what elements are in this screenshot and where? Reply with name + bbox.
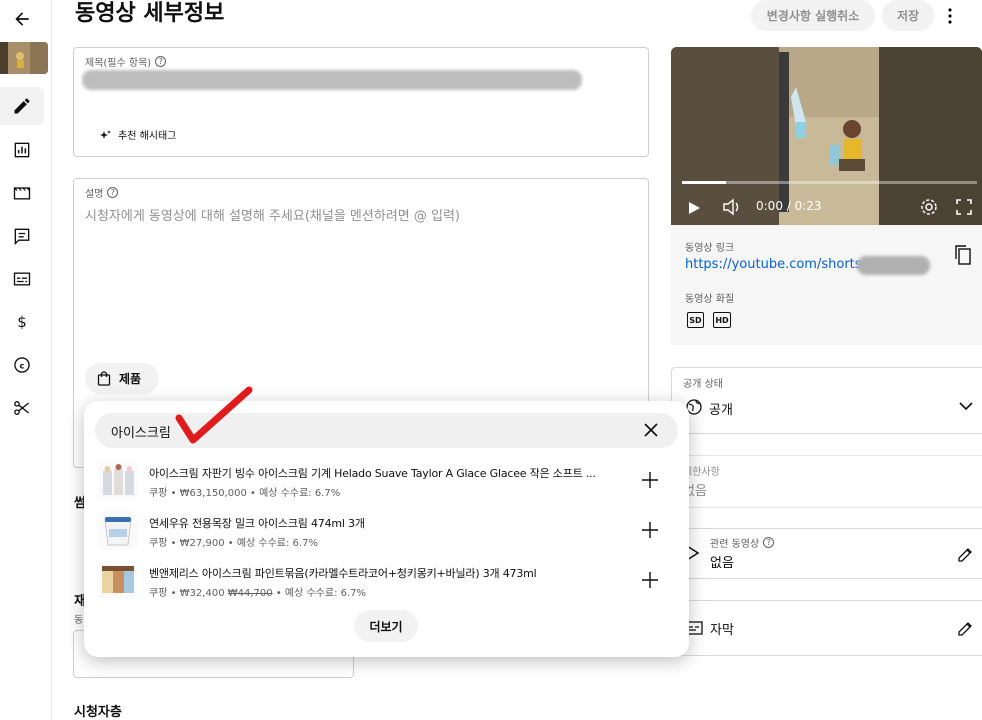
video-info-panel: 동영상 링크 https://youtube.com/shorts/ 동영상 화…: [671, 225, 982, 345]
sparkle-icon: [100, 129, 111, 139]
description-placeholder: 시청자에게 동영상에 대해 설명해 주세요(채널을 멘션하려면 @ 입력): [85, 209, 460, 224]
scissors-icon[interactable]: [0, 389, 44, 427]
analytics-icon[interactable]: [0, 131, 44, 169]
video-progress-fill: [682, 181, 727, 184]
more-button[interactable]: 더보기: [354, 610, 418, 642]
back-arrow-icon[interactable]: [0, 0, 44, 38]
related-video-label: 관련 동영상?: [710, 535, 775, 550]
help-icon[interactable]: ?: [155, 56, 167, 67]
redacted-title-text: [82, 70, 582, 90]
fullscreen-icon[interactable]: [956, 199, 972, 219]
page-title: 동영상 세부정보: [75, 1, 225, 26]
comments-icon[interactable]: [0, 217, 44, 255]
check-mark-icon: [175, 384, 255, 446]
visibility-select[interactable]: 공개 상태 공개: [671, 367, 982, 434]
visibility-label: 공개 상태: [683, 379, 723, 390]
subtitles-field[interactable]: 자막: [671, 600, 982, 656]
help-icon[interactable]: ?: [763, 537, 775, 548]
left-rail: $ c: [0, 0, 52, 719]
save-button[interactable]: 저장: [882, 0, 934, 31]
volume-icon[interactable]: [722, 198, 742, 220]
product-meta: 쿠팡 • ₩63,150,000 • 예상 수수료: 6.7%: [149, 488, 341, 499]
subtitles-icon[interactable]: [0, 260, 44, 298]
video-progress-track[interactable]: [682, 181, 977, 184]
original-price: ₩44,700: [227, 588, 273, 599]
help-icon[interactable]: ?: [107, 187, 119, 198]
video-link-label: 동영상 링크: [685, 243, 735, 254]
pencil-icon[interactable]: [957, 619, 975, 641]
product-item[interactable]: 벤앤제리스 아이스크림 파인트묶음(카라멜수트라코어+청키몽키+바닐라) 3개 …: [84, 556, 689, 604]
pencil-icon[interactable]: [957, 545, 975, 567]
hd-quality-badge: HD: [713, 312, 731, 328]
editor-clapper-icon[interactable]: [0, 174, 44, 212]
subtitles-label: 자막: [710, 623, 734, 638]
description-field-label: 설명?: [85, 185, 119, 200]
pencil-icon[interactable]: [0, 87, 44, 125]
copyright-icon[interactable]: c: [0, 346, 44, 384]
product-thumbnail: [99, 461, 137, 499]
product-thumbnail: [99, 561, 137, 599]
close-icon[interactable]: [643, 422, 659, 442]
redacted-link-id: [857, 256, 930, 275]
svg-text:c: c: [20, 360, 25, 370]
shopping-bag-icon: [97, 371, 111, 386]
product-item[interactable]: 아이스크림 자판기 빙수 아이스크림 기계 Helado Suave Taylo…: [84, 456, 689, 504]
related-video-field[interactable]: 관련 동영상? 없음: [671, 528, 982, 579]
undo-changes-button[interactable]: 변경사항 실행취소: [751, 0, 875, 31]
settings-gear-icon[interactable]: [919, 197, 939, 221]
product-title: 아이스크림 자판기 빙수 아이스크림 기계 Helado Suave Taylo…: [149, 467, 596, 480]
video-time: 0:00 / 0:23: [756, 199, 822, 213]
title-field[interactable]: 제목(필수 항목)? 추천 해시태그: [73, 47, 649, 157]
products-chip-label: 제품: [119, 372, 142, 386]
svg-text:$: $: [17, 313, 27, 331]
restrictions-field: 제한사항 없음: [671, 455, 982, 508]
playlist-section-sub: 동: [74, 615, 84, 626]
products-chip[interactable]: 제품: [85, 363, 159, 394]
add-product-icon[interactable]: [639, 569, 661, 591]
video-link[interactable]: https://youtube.com/shorts/: [685, 257, 866, 272]
product-search-input[interactable]: 아이스크림: [111, 422, 171, 441]
product-title: 연세우유 전용목장 밀크 아이스크림 474ml 3개: [149, 517, 365, 530]
product-title: 벤앤제리스 아이스크림 파인트묶음(카라멜수트라코어+청키몽키+바닐라) 3개 …: [149, 567, 537, 580]
product-item[interactable]: 연세우유 전용목장 밀크 아이스크림 474ml 3개 쿠팡 • ₩27,900…: [84, 506, 689, 554]
audience-section-label: 시청자층: [74, 705, 122, 720]
play-icon[interactable]: [687, 200, 701, 219]
suggested-hashtags-label: 추천 해시태그: [118, 131, 177, 142]
video-player[interactable]: 0:00 / 0:23: [671, 47, 982, 225]
video-thumbnail[interactable]: [0, 42, 48, 74]
visibility-value: 공개: [709, 403, 733, 418]
product-meta: 쿠팡 • ₩27,900 • 예상 수수료: 6.7%: [149, 538, 318, 549]
title-field-label: 제목(필수 항목)?: [85, 54, 167, 69]
add-product-icon[interactable]: [639, 519, 661, 541]
video-quality-label: 동영상 화질: [685, 294, 735, 305]
related-video-value: 없음: [710, 556, 734, 571]
product-thumbnail: [99, 511, 137, 549]
chevron-down-icon[interactable]: [959, 396, 973, 415]
sd-quality-badge: SD: [687, 312, 704, 328]
suggested-hashtags-button[interactable]: 추천 해시태그: [100, 127, 176, 142]
monetization-icon[interactable]: $: [0, 303, 44, 341]
add-product-icon[interactable]: [639, 469, 661, 491]
product-meta: 쿠팡 • ₩32,400 ₩44,700 • 예상 수수료: 6.7%: [149, 588, 367, 599]
copy-icon[interactable]: [955, 245, 971, 269]
more-options-icon[interactable]: [941, 6, 959, 26]
